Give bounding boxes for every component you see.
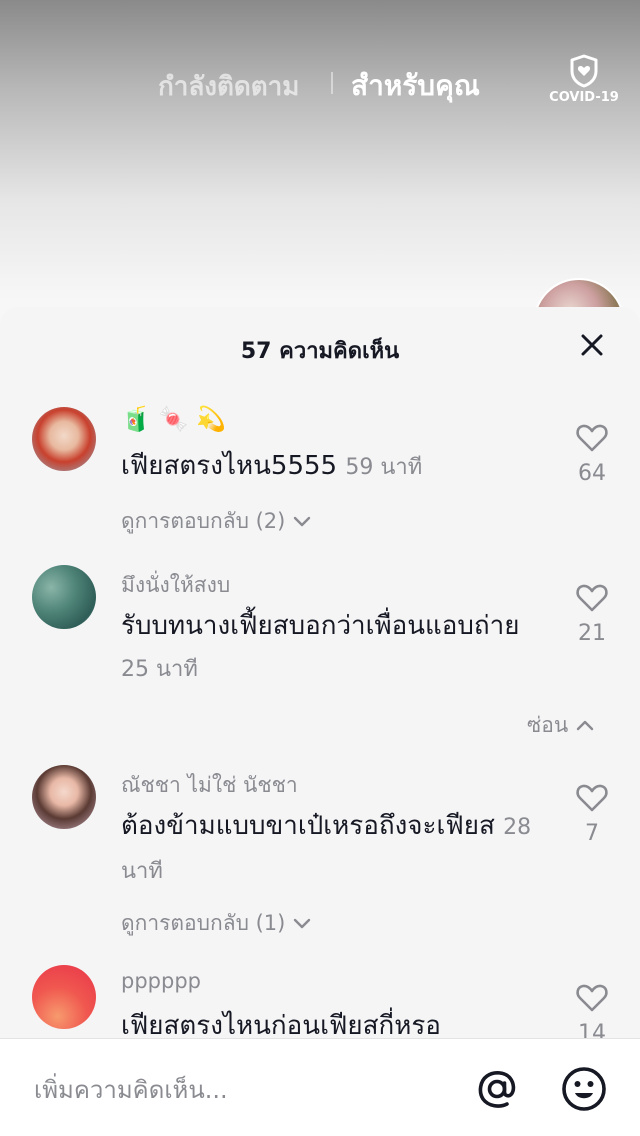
mention-button[interactable] [473,1065,521,1113]
emoji-button[interactable] [560,1065,608,1113]
tab-for-you[interactable]: สำหรับคุณ [351,64,480,108]
heart-icon [575,984,609,1017]
comment-body: เฟียสตรงไหนก่อนเฟียสกี่หรอ [121,1011,441,1041]
at-sign-icon [473,1071,521,1117]
like-button[interactable]: 21 [574,583,610,646]
close-icon [581,334,603,360]
comments-sheet: 57 ความคิดเห็น 🧃 🍬 💫 เฟียสตรงไหน5555 59 … [0,307,640,1136]
like-count: 7 [585,821,599,846]
comment-text: รับบทนางเฟี้ยสบอกว่าเพื่อนแอบถ่าย 25 นาท… [121,605,541,691]
video-background [0,0,640,330]
feed-top-nav: กำลังติดตาม สำหรับคุณ COVID-19 [0,54,640,108]
heart-icon [575,584,609,617]
avatar[interactable] [32,965,96,1029]
comment-text: เฟียสตรงไหน5555 59 นาที [121,445,541,489]
avatar[interactable] [32,565,96,629]
hide-replies-link[interactable]: ซ่อน [527,709,595,742]
comment-time: 25 นาที [121,657,198,682]
avatar[interactable] [32,407,96,471]
like-count: 64 [578,461,606,486]
comment-body: เฟียสตรงไหน5555 [121,451,338,481]
close-button[interactable] [574,329,610,365]
username-emoji[interactable]: 🧃 🍬 💫 [121,405,226,433]
heart-icon [575,424,609,457]
view-replies-link[interactable]: ดูการตอบกลับ (1) [121,907,312,940]
chevron-down-icon [292,911,312,935]
view-replies-label: ดูการตอบกลับ (1) [121,911,286,935]
covid-19-button[interactable]: COVID-19 [548,54,620,114]
tab-divider [331,72,333,94]
view-replies-label: ดูการตอบกลับ (2) [121,509,286,533]
avatar[interactable] [32,765,96,829]
smiley-icon [560,1067,608,1117]
chevron-down-icon [292,509,312,533]
view-replies-link[interactable]: ดูการตอบกลับ (2) [121,505,312,538]
covid-label: COVID-19 [549,90,619,105]
comments-count-title: 57 ความคิดเห็น [240,339,400,364]
comment-username[interactable]: มึงนั่งให้สงบ [121,569,230,602]
comment-input-bar [0,1038,640,1136]
tab-following[interactable]: กำลังติดตาม [158,66,299,107]
like-button[interactable]: 14 [574,983,610,1046]
like-button[interactable]: 7 [574,783,610,846]
comment-body: ต้องข้ามแบบขาเป๋เหรอถึงจะเฟียส [121,811,495,841]
shield-heart-icon [548,54,620,88]
hide-replies-label: ซ่อน [527,713,569,737]
comment-time: 59 นาที [345,455,423,480]
comment-username[interactable]: pppppp [121,969,201,993]
heart-icon [575,784,609,817]
comment-text: ต้องข้ามแบบขาเป๋เหรอถึงจะเฟียส 28 นาที [121,805,541,893]
comment-username[interactable]: ณัชชา ไม่ใช่ นัชชา [121,769,298,802]
like-button[interactable]: 64 [574,423,610,486]
chevron-up-icon [575,713,595,737]
comment-input[interactable] [34,1073,434,1107]
like-count: 21 [578,621,606,646]
comment-body: รับบทนางเฟี้ยสบอกว่าเพื่อนแอบถ่าย [121,611,520,641]
